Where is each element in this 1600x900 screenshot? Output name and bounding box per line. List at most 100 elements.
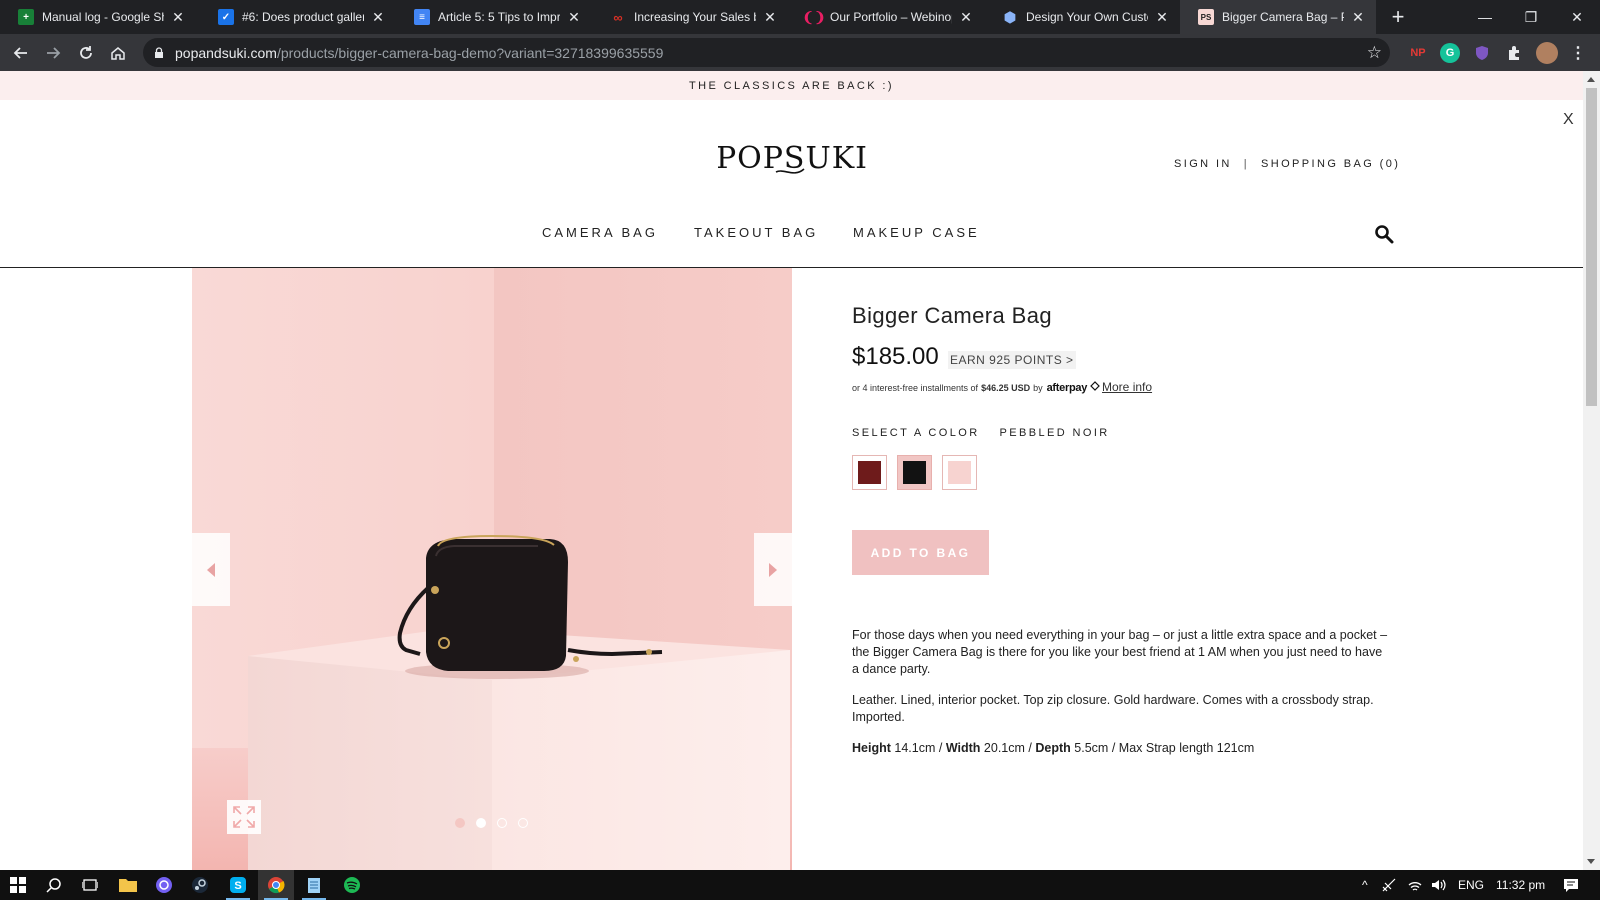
chrome-icon[interactable] [258, 870, 294, 900]
add-to-bag-button[interactable]: ADD TO BAG [852, 530, 989, 575]
nav-camera-bag[interactable]: CAMERA BAG [542, 225, 658, 240]
puzzle-extensions-icon[interactable] [1504, 43, 1524, 63]
scroll-up-arrow-icon[interactable] [1587, 77, 1595, 82]
width-label: Width [945, 741, 981, 755]
chrome-menu-icon[interactable]: ⋮ [1568, 43, 1588, 63]
viber-icon[interactable] [146, 870, 182, 900]
bookmark-star-icon[interactable]: ☆ [1367, 44, 1382, 61]
sign-in-link[interactable]: SIGN IN [1174, 158, 1232, 170]
tab-title: Article 5: 5 Tips to Impro [438, 10, 560, 24]
clock[interactable]: 11:32 pm [1496, 878, 1545, 892]
gallery-expand-button[interactable] [227, 800, 261, 834]
skype-icon[interactable]: S [220, 870, 256, 900]
np-extension-icon[interactable]: NP [1408, 43, 1428, 63]
windows-start-icon[interactable] [0, 870, 36, 900]
tab-product-gallery[interactable]: ✓ #6: Does product gallery ✕ [200, 0, 396, 34]
tab-design-your-own[interactable]: ⬢ Design Your Own Custon ✕ [984, 0, 1180, 34]
minimize-icon[interactable]: — [1462, 0, 1508, 34]
restore-icon[interactable]: ❐ [1508, 0, 1554, 34]
page-scrollbar[interactable] [1583, 71, 1600, 870]
close-icon[interactable]: ✕ [370, 9, 386, 25]
tab-title: #6: Does product gallery [242, 10, 364, 24]
check-task-icon: ✓ [218, 9, 234, 25]
profile-avatar[interactable] [1536, 42, 1558, 64]
forward-button[interactable] [38, 38, 68, 68]
tab-manual-log[interactable]: + Manual log - Google She ✕ [0, 0, 196, 34]
scrollbar-thumb[interactable] [1586, 88, 1597, 406]
volume-icon[interactable] [1430, 877, 1446, 893]
nav-takeout-bag[interactable]: TAKEOUT BAG [694, 225, 818, 240]
afterpay-more-info-link[interactable]: More info [1102, 380, 1152, 394]
grammarly-icon[interactable]: G [1440, 43, 1460, 63]
back-arrow-icon [13, 47, 27, 59]
swatch-fill [948, 461, 971, 484]
tab-bigger-camera-bag[interactable]: PS Bigger Camera Bag – Pop ✕ [1180, 0, 1376, 34]
steam-glyph-icon [192, 877, 208, 893]
afterpay-by: by [1033, 383, 1043, 393]
color-swatch-pebbled-noir[interactable] [897, 455, 932, 490]
close-icon[interactable]: ✕ [170, 9, 186, 25]
tab-title: Our Portfolio – Webinop [830, 10, 952, 24]
network-status-icon[interactable] [1381, 877, 1397, 893]
lock-icon [155, 46, 163, 58]
gallery-next-button[interactable] [754, 533, 792, 606]
back-button[interactable] [6, 38, 36, 68]
shopping-bag-link[interactable]: SHOPPING BAG (0) [1261, 158, 1400, 170]
product-price: $185.00 [852, 343, 939, 370]
docs-icon: ≡ [414, 9, 430, 25]
address-bar[interactable]: popandsuki.com/products/bigger-camera-ba… [143, 38, 1390, 67]
new-tab-button[interactable]: + [1386, 4, 1410, 29]
tab-increasing-sales[interactable]: ∞ Increasing Your Sales by ✕ [592, 0, 788, 34]
gallery-dot[interactable] [455, 818, 465, 828]
url-text: popandsuki.com/products/bigger-camera-ba… [175, 44, 664, 61]
height-label: Height [852, 741, 891, 755]
notepad-icon[interactable] [296, 870, 332, 900]
show-hidden-icons[interactable]: ^ [1362, 878, 1368, 892]
search-icon[interactable] [1374, 224, 1394, 244]
dimension-separator: / [938, 741, 943, 755]
scroll-down-arrow-icon[interactable] [1587, 859, 1595, 864]
caret-left-icon [207, 562, 215, 577]
notifications-icon[interactable] [1563, 877, 1579, 893]
tab-article-5[interactable]: ≡ Article 5: 5 Tips to Impro ✕ [396, 0, 592, 34]
reload-button[interactable] [71, 38, 101, 68]
selected-color-name: PEBBLED NOIR [999, 427, 1110, 439]
tab-title: Increasing Your Sales by [634, 10, 756, 24]
wifi-icon[interactable] [1407, 877, 1423, 893]
vpn-extension-icon[interactable] [1472, 43, 1492, 63]
popsuki-logo[interactable]: POPSUKI [718, 138, 866, 182]
close-icon[interactable]: ✕ [958, 9, 974, 25]
gallery-dot[interactable] [518, 818, 528, 828]
color-swatch-blush[interactable] [942, 455, 977, 490]
gallery-dot[interactable] [497, 818, 507, 828]
earn-points-link[interactable]: EARN 925 POINTS > [948, 351, 1076, 369]
home-button[interactable] [103, 38, 133, 68]
sheets-icon: + [18, 9, 34, 25]
close-icon[interactable]: ✕ [1154, 9, 1170, 25]
gallery-prev-button[interactable] [192, 533, 230, 606]
color-swatch-oxblood[interactable] [852, 455, 887, 490]
expand-arrows-icon [233, 806, 255, 828]
cube-icon: ⬢ [1003, 8, 1017, 25]
close-button[interactable]: X [1563, 111, 1574, 129]
tab-title: Bigger Camera Bag – Pop [1222, 10, 1344, 24]
tab-our-portfolio[interactable]: ❨❩ Our Portfolio – Webinop ✕ [788, 0, 984, 34]
language-indicator[interactable]: ENG [1458, 878, 1484, 892]
file-explorer-icon[interactable] [110, 870, 146, 900]
afterpay-logo: afterpay [1046, 382, 1088, 394]
search-icon[interactable] [36, 870, 72, 900]
nav-makeup-case[interactable]: MAKEUP CASE [853, 225, 980, 240]
close-icon[interactable]: ✕ [1350, 9, 1366, 25]
puzzle-icon [1509, 46, 1519, 60]
window-close-icon[interactable]: ✕ [1554, 0, 1600, 34]
viber-glyph-icon [156, 877, 172, 893]
task-view-icon[interactable] [72, 870, 108, 900]
close-icon[interactable]: ✕ [762, 9, 778, 25]
product-description: For those days when you need everything … [852, 628, 1388, 676]
product-gallery[interactable] [192, 268, 792, 870]
gallery-dot-active[interactable] [476, 818, 486, 828]
steam-icon[interactable] [182, 870, 218, 900]
notepad-glyph-icon [308, 878, 320, 893]
spotify-icon[interactable] [334, 870, 370, 900]
close-icon[interactable]: ✕ [566, 9, 582, 25]
